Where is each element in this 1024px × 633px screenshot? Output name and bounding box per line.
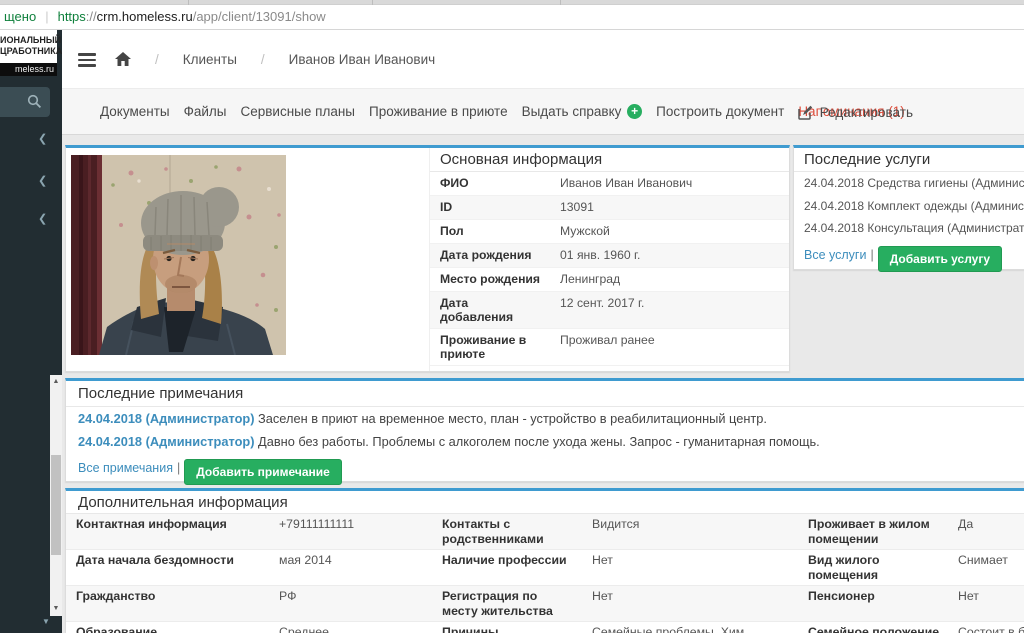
scrollbar-down-arrow[interactable]: ▼	[50, 602, 62, 616]
client-photo	[71, 155, 286, 355]
note-text: Давно без работы. Проблемы с алкоголем п…	[258, 434, 820, 449]
table-row: ОбразованиеСреднее Причины бездомностиСе…	[66, 622, 1024, 633]
edit-button-label: Редактировать	[820, 105, 913, 120]
client-photo-image	[71, 155, 286, 355]
menu-toggle-icon[interactable]	[78, 53, 96, 67]
note-date: 24.04.2018 (Администратор)	[78, 434, 254, 449]
table-row: Проживание в приюте Проживал ранее	[430, 329, 789, 366]
recent-services-panel: Последние услуги 24.04.2018 Средства гиг…	[793, 145, 1024, 270]
tab-service-plans[interactable]: Сервисные планы	[241, 104, 356, 119]
table-row: ФИО Иванов Иван Иванович	[430, 172, 789, 196]
logo-text-line1: ИОНАЛЬНЫЙ	[0, 35, 54, 46]
crm-client-page: щено | https://crm.homeless.ru/app/client/…	[0, 0, 1024, 633]
tab-build-document[interactable]: Построить документ	[656, 104, 784, 119]
address-divider: |	[45, 9, 48, 24]
edit-pencil-icon	[798, 105, 813, 120]
tab-documents[interactable]: Документы	[100, 104, 170, 119]
scrollbar-corner-arrow: ▼	[42, 617, 50, 626]
scrollbar-thumb[interactable]	[51, 455, 61, 555]
table-row: ID 13091	[430, 196, 789, 220]
sidebar-scrollbar[interactable]: ▲ ▼	[50, 375, 62, 616]
table-row: ГражданствоРФ Регистрация по месту жител…	[66, 586, 1024, 622]
all-notes-link[interactable]: Все примечания	[78, 461, 173, 475]
breadcrumb-clients-link[interactable]: Клиенты	[183, 52, 237, 67]
top-navbar: / Клиенты / Иванов Иван Иванович	[62, 30, 1024, 88]
service-item: 24.04.2018 Консультация (Администратор)	[794, 217, 1024, 240]
main-info-table: Основная информация ФИО Иванов Иван Иван…	[429, 148, 789, 371]
tab-issue-certificate[interactable]: Выдать справку +	[522, 104, 643, 120]
sidebar-menu-collapse-chevron[interactable]: ❮	[38, 214, 47, 225]
client-info-panel: Основная информация ФИО Иванов Иван Иван…	[65, 145, 790, 372]
main-info-title: Основная информация	[430, 148, 789, 172]
breadcrumb: / Клиенты / Иванов Иван Иванович	[115, 30, 435, 88]
note-date: 24.04.2018 (Администратор)	[78, 411, 254, 426]
service-item: 24.04.2018 Средства гигиены (Администрат…	[794, 172, 1024, 195]
add-note-button[interactable]: Добавить примечание	[184, 459, 342, 485]
service-item: 24.04.2018 Комплект одежды (Администрато…	[794, 195, 1024, 218]
table-row: Дата рождения 01 янв. 1960 г.	[430, 244, 789, 268]
recent-notes-panel: Последние примечания 24.04.2018 (Админис…	[65, 378, 1024, 482]
url-text[interactable]: https://crm.homeless.ru/app/client/13091…	[58, 9, 326, 24]
logo-text-line2: ЦРАБОТНИКА	[0, 46, 54, 57]
scrollbar-up-arrow[interactable]: ▲	[50, 375, 62, 389]
plus-circle-icon[interactable]: +	[627, 104, 642, 119]
edit-button[interactable]: Редактировать	[798, 89, 913, 136]
all-services-link[interactable]: Все услуги	[804, 248, 866, 262]
sidebar-menu-collapse-chevron[interactable]: ❮	[38, 134, 47, 145]
table-row: Контактная информация+79111111111 Контак…	[66, 514, 1024, 550]
sidebar-search-input[interactable]	[0, 87, 50, 117]
table-row: Дата начала бездомностимая 2014 Наличие …	[66, 550, 1024, 586]
notes-title: Последние примечания	[66, 381, 1024, 407]
tab-files[interactable]: Файлы	[184, 104, 227, 119]
breadcrumb-current-client: Иванов Иван Иванович	[289, 52, 436, 67]
table-row: Дата добавления 12 сент. 2017 г.	[430, 292, 789, 329]
note-item: 24.04.2018 (Администратор) Заселен в при…	[66, 407, 1024, 430]
breadcrumb-separator: /	[155, 52, 159, 67]
app-logo[interactable]: ИОНАЛЬНЫЙ ЦРАБОТНИКА	[0, 30, 57, 63]
additional-info-title: Дополнительная информация	[66, 491, 1024, 514]
search-icon	[27, 94, 42, 109]
services-title: Последние услуги	[794, 148, 1024, 172]
client-tabbar: Документы Файлы Сервисные планы Проживан…	[62, 88, 1024, 135]
home-icon[interactable]	[115, 52, 131, 67]
add-service-button[interactable]: Добавить услугу	[878, 246, 1002, 272]
additional-info-panel: Дополнительная информация Контактная инф…	[65, 488, 1024, 633]
tab-shelter-stay[interactable]: Проживание в приюте	[369, 104, 508, 119]
note-text: Заселен в приют на временное место, план…	[258, 411, 767, 426]
table-row: Место рождения Ленинград	[430, 268, 789, 292]
security-badge: щено	[4, 9, 36, 24]
breadcrumb-separator: /	[261, 52, 265, 67]
logo-domain: meless.ru	[0, 63, 57, 76]
sidebar-menu-collapse-chevron[interactable]: ❮	[38, 176, 47, 187]
browser-address-bar[interactable]: щено | https://crm.homeless.ru/app/client/…	[0, 5, 1024, 30]
note-item: 24.04.2018 (Администратор) Давно без раб…	[66, 430, 1024, 453]
table-row: Пол Мужской	[430, 220, 789, 244]
